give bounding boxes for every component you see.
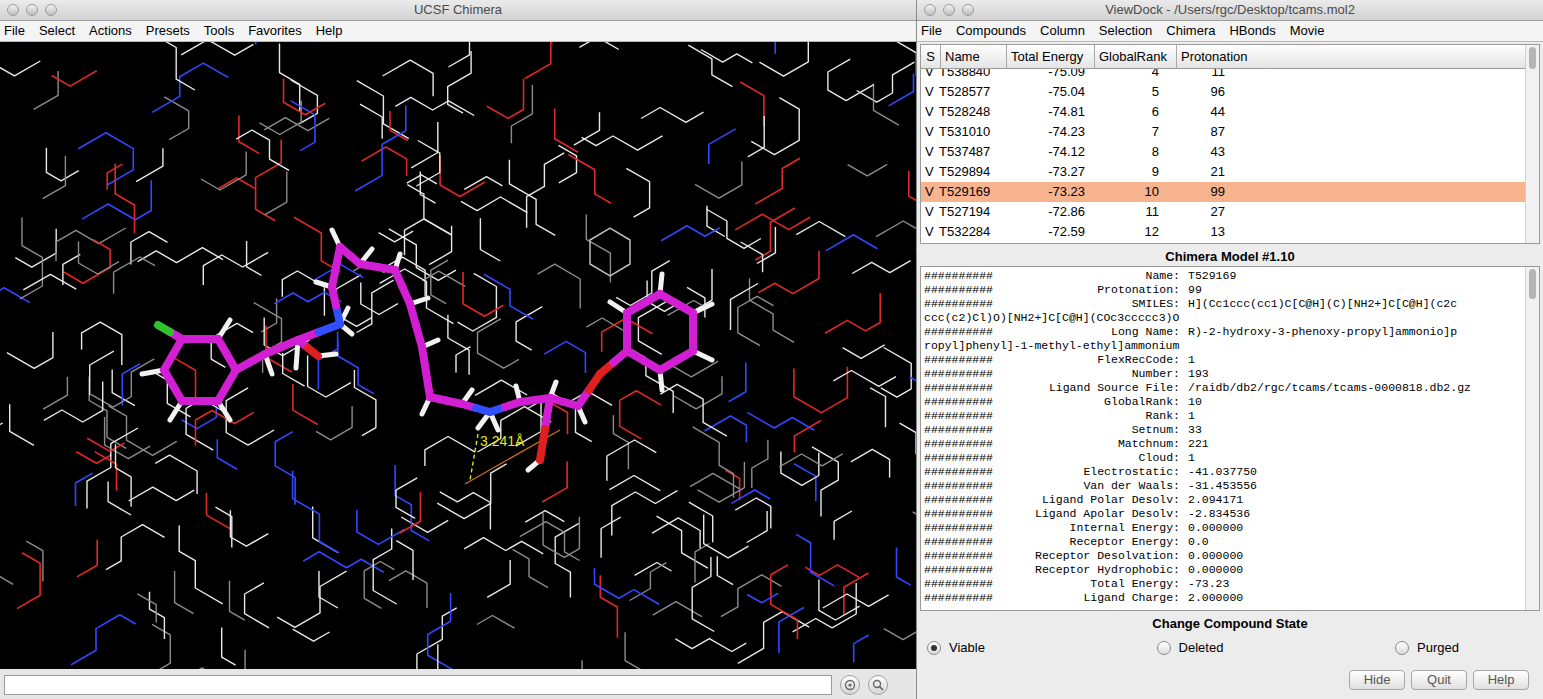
chimera-window: UCSF Chimera File Select Actions Presets Tool…	[0, 0, 917, 699]
detail-line: ##########Long Name:R)-2-hydroxy-3-pheno…	[924, 325, 1525, 339]
window-title: ViewDock - /Users/rgc/Desktop/tcams.mol2	[1105, 2, 1355, 18]
detail-line: ##########Internal Energy:0.000000	[924, 521, 1525, 535]
detail-line: ##########Receptor Hydrophobic:0.000000	[924, 563, 1525, 577]
details-scrollbar[interactable]	[1525, 267, 1539, 610]
table-row[interactable]: VT537487-74.12843	[921, 142, 1525, 162]
detail-line: ##########Rank:1	[924, 409, 1525, 423]
model-header: Chimera Model #1.10	[917, 248, 1543, 266]
menu-item[interactable]: File	[921, 23, 942, 39]
detail-line: ##########Ligand Source File:/raidb/db2/…	[924, 381, 1525, 395]
detail-line: ##########Matchnum:221	[924, 437, 1525, 451]
menu-item[interactable]: Column	[1040, 23, 1085, 39]
menu-item[interactable]: Tools	[204, 23, 234, 39]
column-header[interactable]: Name	[941, 45, 1007, 68]
radio-icon[interactable]	[1395, 641, 1409, 655]
detail-line: ##########Electrostatic:-41.037750	[924, 465, 1525, 479]
detail-line: ##########Ligand Apolar Desolv:-2.834536	[924, 507, 1525, 521]
table-row[interactable]: VT529894-73.27921	[921, 162, 1525, 182]
table-row[interactable]: VT528577-75.04596	[921, 82, 1525, 102]
state-radio[interactable]: Purged	[1395, 638, 1459, 658]
window-control-icon[interactable]	[45, 4, 57, 16]
menu-item[interactable]: Actions	[89, 23, 132, 39]
molecule-view[interactable]: 3.241Å	[0, 42, 916, 669]
column-header[interactable]: Protonation	[1177, 45, 1525, 68]
scroll-thumb[interactable]	[1529, 47, 1536, 69]
viewdock-window: ViewDock - /Users/rgc/Desktop/tcams.mol2…	[917, 0, 1543, 699]
command-bar	[0, 669, 916, 699]
table-row[interactable]: VT531010-74.23787	[921, 122, 1525, 142]
search-button[interactable]	[868, 675, 888, 695]
history-button[interactable]	[840, 675, 860, 695]
compound-table: SNameTotal EnergyGlobalRankProtonationVT…	[920, 44, 1540, 244]
table-row[interactable]: VT538840-75.09411	[921, 69, 1525, 82]
state-radio[interactable]: Viable	[927, 638, 985, 658]
state-radio[interactable]: Deleted	[1157, 638, 1224, 658]
window-controls	[7, 4, 57, 16]
detail-line: ##########Receptor Energy:0.0	[924, 535, 1525, 549]
column-header[interactable]: GlobalRank	[1095, 45, 1177, 68]
table-body: VT538840-75.09411VT528577-75.04596VT5282…	[921, 69, 1525, 243]
scroll-thumb[interactable]	[1529, 269, 1536, 299]
radio-icon[interactable]	[927, 641, 941, 655]
table-scrollbar[interactable]	[1525, 45, 1539, 243]
menu-item[interactable]: Help	[316, 23, 343, 39]
history-icon	[844, 679, 856, 691]
graphics-canvas[interactable]: 3.241Å	[0, 42, 916, 669]
detail-line: ##########Cloud:1	[924, 451, 1525, 465]
dialog-button[interactable]: Help	[1473, 670, 1529, 690]
window-control-icon[interactable]	[7, 4, 19, 16]
window-title: UCSF Chimera	[414, 2, 502, 18]
distance-label: 3.241Å	[480, 433, 525, 449]
detail-line-wrap: ccc(c2)Cl)O)[NH2+]C[C@H](COc3ccccc3)O	[924, 311, 1525, 325]
command-input[interactable]	[4, 675, 832, 695]
detail-line: ##########Number:193	[924, 367, 1525, 381]
table-row[interactable]: VT528248-74.81644	[921, 102, 1525, 122]
button-row: Hide Quit Help	[917, 661, 1543, 699]
detail-line: ##########GlobalRank:10	[924, 395, 1525, 409]
window-control-icon[interactable]	[26, 4, 38, 16]
details-pane: ##########Name:T529169##########Protonat…	[920, 266, 1540, 611]
menu-item[interactable]: HBonds	[1229, 23, 1275, 39]
viewdock-title-bar: ViewDock - /Users/rgc/Desktop/tcams.mol2	[917, 0, 1543, 21]
detail-line: ##########Van der Waals:-31.453556	[924, 479, 1525, 493]
menu-item[interactable]: Compounds	[956, 23, 1026, 39]
state-header: Change Compound State	[917, 613, 1543, 635]
dialog-button[interactable]: Quit	[1411, 670, 1467, 690]
detail-line: ##########SMILES:H](Cc1ccc(cc1)C[C@H](C)…	[924, 297, 1525, 311]
detail-line-wrap: ropyl]phenyl]-1-methyl-ethyl]ammonium	[924, 339, 1525, 353]
chimera-menu-bar: File Select Actions Presets Tools Favorites He…	[0, 21, 916, 42]
window-controls	[924, 4, 974, 16]
dialog-button[interactable]: Hide	[1349, 670, 1405, 690]
magnifier-icon	[872, 679, 884, 691]
state-radios: Viable Deleted Purged	[917, 635, 1543, 661]
detail-line: ##########Setnum:33	[924, 423, 1525, 437]
radio-icon[interactable]	[1157, 641, 1171, 655]
desktop: UCSF Chimera File Select Actions Presets Tool…	[0, 0, 1543, 699]
window-control-icon[interactable]	[943, 4, 955, 16]
detail-line: ##########Name:T529169	[924, 269, 1525, 283]
column-header[interactable]: Total Energy	[1007, 45, 1095, 68]
menu-item[interactable]: Movie	[1290, 23, 1325, 39]
menu-item[interactable]: Selection	[1099, 23, 1152, 39]
menu-item[interactable]: File	[4, 23, 25, 39]
window-control-icon[interactable]	[962, 4, 974, 16]
table-row[interactable]: VT532284-72.591213	[921, 222, 1525, 242]
detail-line: ##########Ligand Charge:2.000000	[924, 591, 1525, 605]
chimera-title-bar: UCSF Chimera	[0, 0, 916, 21]
menu-item[interactable]: Chimera	[1166, 23, 1215, 39]
window-control-icon[interactable]	[924, 4, 936, 16]
menu-item[interactable]: Presets	[146, 23, 190, 39]
column-header[interactable]: S	[921, 45, 941, 68]
menu-item[interactable]: Favorites	[248, 23, 301, 39]
detail-line: ##########Total Energy:-73.23	[924, 577, 1525, 591]
detail-line: ##########FlexRecCode:1	[924, 353, 1525, 367]
table-row[interactable]: VT527194-72.861127	[921, 202, 1525, 222]
detail-line: ##########Ligand Polar Desolv:2.094171	[924, 493, 1525, 507]
detail-line: ##########Receptor Desolvation:0.000000	[924, 549, 1525, 563]
table-header: SNameTotal EnergyGlobalRankProtonation	[921, 45, 1525, 69]
viewdock-menu-bar: File Compounds Column Selection Chimera HBond…	[917, 21, 1543, 42]
menu-item[interactable]: Select	[39, 23, 75, 39]
table-row[interactable]: VT529169-73.231099	[921, 182, 1525, 202]
detail-line: ##########Protonation:99	[924, 283, 1525, 297]
